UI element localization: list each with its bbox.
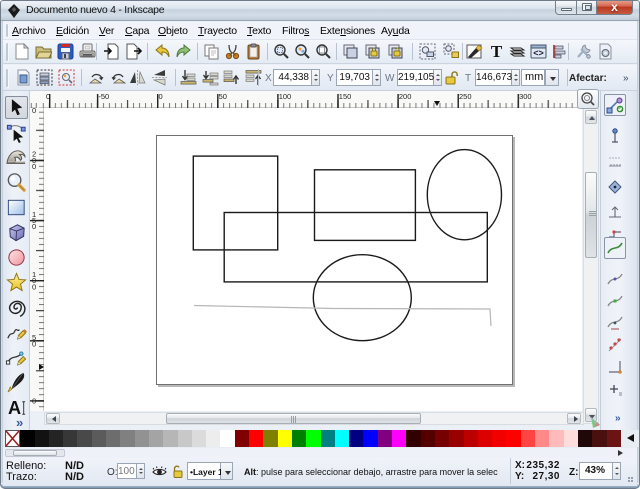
svg-text:50: 50	[219, 92, 227, 101]
svg-text:0: 0	[32, 222, 36, 231]
svg-text:0: 0	[46, 92, 50, 101]
svg-text:0: 0	[32, 339, 36, 348]
svg-text:0: 0	[32, 108, 36, 115]
svg-text:0: 0	[32, 282, 36, 291]
svg-text:T: T	[491, 43, 503, 60]
svg-text:0: 0	[32, 162, 36, 171]
svg-text:-50: -50	[98, 92, 109, 101]
svg-text:<>: <>	[533, 48, 544, 58]
svg-text:200: 200	[399, 92, 412, 101]
svg-text:300: 300	[519, 92, 532, 101]
svg-text:0: 0	[32, 396, 36, 405]
svg-text:100: 100	[279, 92, 292, 101]
svg-text:0: 0	[159, 92, 163, 101]
svg-text:250: 250	[459, 92, 472, 101]
svg-text:150: 150	[339, 92, 352, 101]
